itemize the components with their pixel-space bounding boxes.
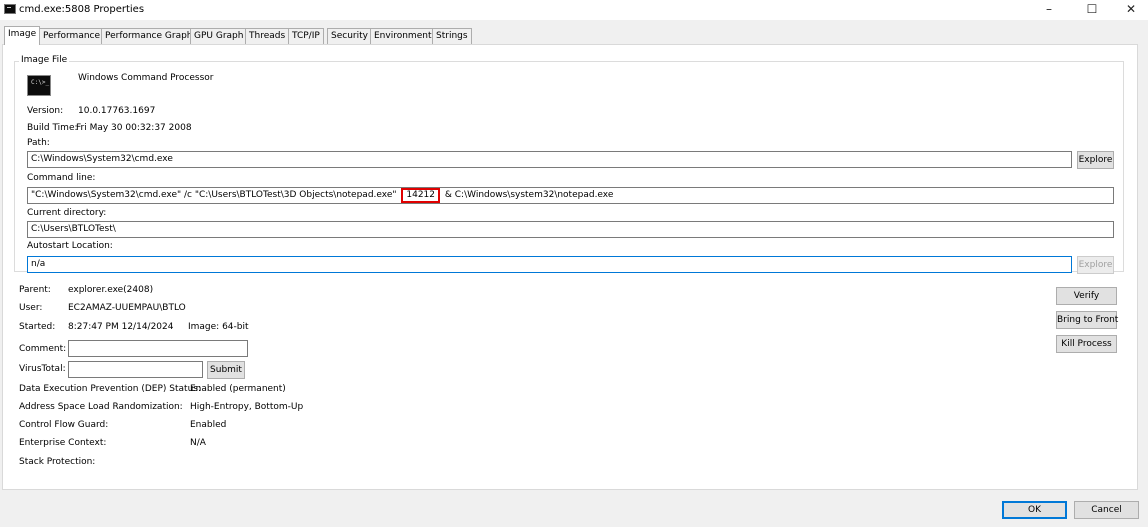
command-line-label: Command line: xyxy=(27,173,96,183)
build-time-value: Fri May 30 00:32:37 2008 xyxy=(76,123,192,133)
ok-button[interactable]: OK xyxy=(1002,501,1067,519)
command-line-field[interactable]: "C:\Windows\System32\cmd.exe" /c "C:\Use… xyxy=(27,187,1114,204)
command-line-text: "C:\Windows\System32\cmd.exe" /c "C:\Use… xyxy=(31,190,397,200)
cmd-app-icon xyxy=(4,4,16,14)
cfg-label: Control Flow Guard: xyxy=(19,420,109,430)
enterprise-context-label: Enterprise Context: xyxy=(19,438,107,448)
tab-performance[interactable]: Performance xyxy=(39,28,105,44)
explore-autostart-button[interactable]: Explore xyxy=(1077,256,1114,274)
current-directory-field[interactable]: C:\Users\BTLOTest\ xyxy=(27,221,1114,238)
virustotal-submit-button[interactable]: Submit xyxy=(207,361,245,379)
tab-environment[interactable]: Environment xyxy=(370,28,436,44)
minimize-button[interactable]: – xyxy=(1032,0,1066,20)
command-processor-icon: C:\>_ xyxy=(27,75,51,96)
image-description: Windows Command Processor xyxy=(78,73,214,83)
explore-path-button[interactable]: Explore xyxy=(1077,151,1114,169)
verify-button[interactable]: Verify xyxy=(1056,287,1117,305)
user-label: User: xyxy=(19,303,43,313)
image-file-group-label: Image File xyxy=(19,55,70,65)
started-value: 8:27:47 PM 12/14/2024 xyxy=(68,322,174,332)
maximize-button[interactable]: ☐ xyxy=(1075,0,1109,20)
tab-threads[interactable]: Threads xyxy=(245,28,290,44)
stack-protection-label: Stack Protection: xyxy=(19,457,96,467)
autostart-location-label: Autostart Location: xyxy=(27,241,113,251)
dep-label: Data Execution Prevention (DEP) Status: xyxy=(19,384,201,394)
user-value: EC2AMAZ-UUEMPAU\BTLO xyxy=(68,303,186,313)
bring-to-front-button[interactable]: Bring to Front xyxy=(1056,311,1118,329)
kill-process-button[interactable]: Kill Process xyxy=(1056,335,1117,353)
version-value: 10.0.17763.1697 xyxy=(78,106,156,116)
aslr-value: High-Entropy, Bottom-Up xyxy=(190,402,304,412)
window-title: cmd.exe:5808 Properties xyxy=(19,4,145,15)
tab-strings[interactable]: Strings xyxy=(432,28,472,44)
virustotal-input[interactable] xyxy=(68,361,203,378)
path-label: Path: xyxy=(27,138,50,148)
tab-gpu-graph[interactable]: GPU Graph xyxy=(190,28,248,44)
image-bitness: Image: 64-bit xyxy=(188,322,249,332)
title-bar xyxy=(0,0,1148,20)
enterprise-context-value: N/A xyxy=(190,438,206,448)
dep-value: Enabled (permanent) xyxy=(190,384,286,394)
cfg-value: Enabled xyxy=(190,420,227,430)
tab-image[interactable]: Image xyxy=(4,26,41,45)
parent-label: Parent: xyxy=(19,285,51,295)
command-line-text-tail: & C:\Windows\system32\notepad.exe xyxy=(444,190,614,200)
tab-tcp-ip[interactable]: TCP/IP xyxy=(288,28,324,44)
tab-security[interactable]: Security xyxy=(327,28,372,44)
virustotal-label: VirusTotal: xyxy=(19,364,66,374)
command-line-highlight: 14212 xyxy=(401,188,441,203)
comment-input[interactable] xyxy=(68,340,248,357)
close-button[interactable]: ✕ xyxy=(1114,0,1148,20)
parent-value: explorer.exe(2408) xyxy=(68,285,154,295)
version-label: Version: xyxy=(27,106,64,116)
build-time-label: Build Time: xyxy=(27,123,78,133)
cancel-button[interactable]: Cancel xyxy=(1074,501,1139,519)
started-label: Started: xyxy=(19,322,56,332)
aslr-label: Address Space Load Randomization: xyxy=(19,402,183,412)
tab-performance-graph[interactable]: Performance Graph xyxy=(101,28,197,44)
comment-label: Comment: xyxy=(19,344,67,354)
path-field[interactable]: C:\Windows\System32\cmd.exe xyxy=(27,151,1072,168)
current-directory-label: Current directory: xyxy=(27,208,107,218)
autostart-location-field[interactable]: n/a xyxy=(27,256,1072,273)
